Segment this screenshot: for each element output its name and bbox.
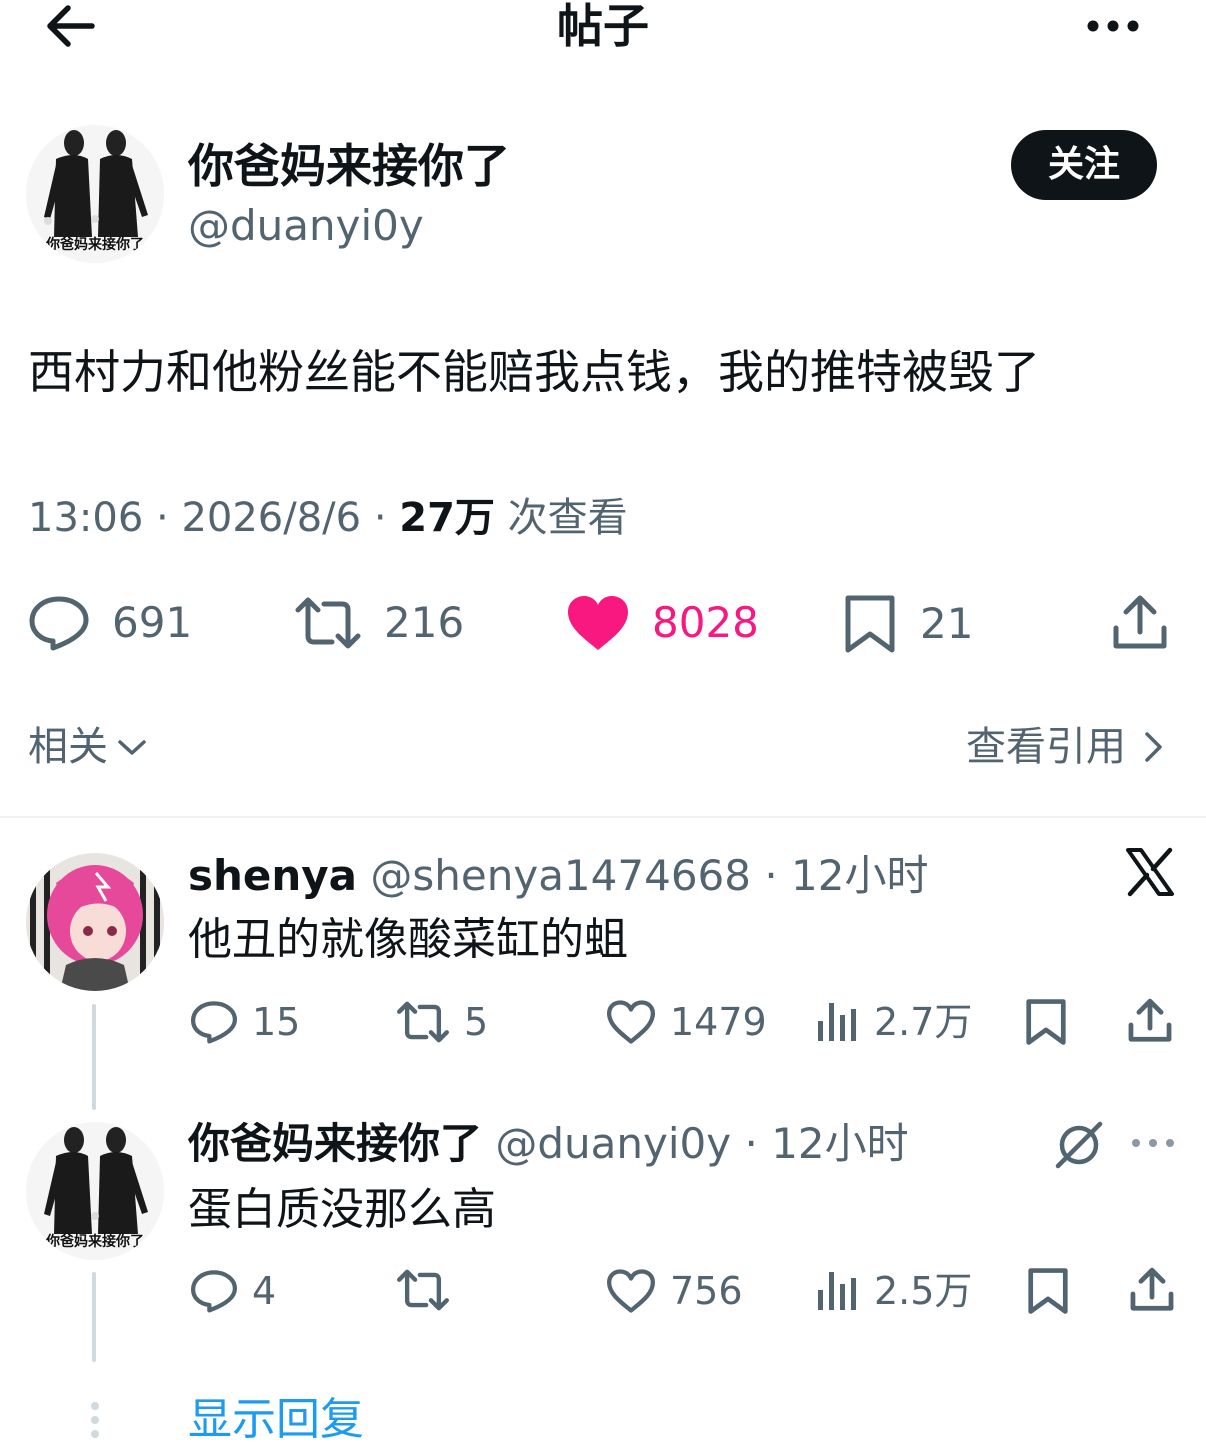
view-quotes-label: 查看引用 <box>966 724 1126 770</box>
heart-filled-icon <box>568 596 628 650</box>
like-button[interactable]: 8028 <box>566 594 759 652</box>
reply-bookmark-button[interactable] <box>1026 1267 1070 1315</box>
post-date: 2026/8/6 <box>181 495 362 541</box>
thread-dots-icon <box>88 1400 102 1440</box>
follow-button[interactable]: 关注 <box>1011 130 1157 200</box>
bookmark-icon <box>845 595 895 653</box>
reply-text: 蛋白质没那么高 <box>188 1184 496 1235</box>
repost-count: 216 <box>384 598 465 647</box>
reply-time: 12小时 <box>771 1119 909 1168</box>
reply-like-button[interactable]: 756 <box>606 1267 743 1315</box>
view-quotes-link[interactable]: 查看引用 <box>966 722 1168 772</box>
bookmark-count: 21 <box>920 599 974 648</box>
reply-share-button[interactable] <box>1128 1267 1176 1313</box>
x-logo-icon <box>1124 846 1176 898</box>
more-horizontal-icon <box>1132 1139 1174 1147</box>
reply-like-button[interactable]: 1479 <box>606 998 767 1046</box>
reply-avatar[interactable] <box>26 853 164 991</box>
thread-line <box>92 1272 96 1362</box>
chevron-right-icon <box>1145 732 1162 762</box>
reply-reply-count: 4 <box>252 1269 277 1313</box>
avatar-image: 你爸妈来接你了 <box>26 125 164 263</box>
share-icon <box>1113 595 1167 649</box>
repost-button[interactable]: 216 <box>294 594 464 652</box>
reply-view-count: 2.5万 <box>874 1269 973 1313</box>
reply-avatar[interactable]: 你爸妈来接你了 <box>26 1122 164 1260</box>
reply-reply-count: 15 <box>252 1000 301 1044</box>
post-view-count: 27万 <box>399 495 495 541</box>
author-avatar[interactable]: 你爸妈来接你了 <box>26 125 164 263</box>
reply-author-name[interactable]: shenya <box>188 851 357 900</box>
page-title: 帖子 <box>557 0 649 53</box>
reply-author-name[interactable]: 你爸妈来接你了 <box>188 1119 482 1168</box>
reply-time: 12小时 <box>791 851 929 900</box>
heart-icon <box>606 1000 656 1044</box>
share-button[interactable] <box>1110 594 1170 652</box>
reply-header: 你爸妈来接你了 @duanyi0y · 12小时 <box>188 1119 909 1168</box>
post-time: 13:06 <box>28 495 144 541</box>
reply-like-count: 1479 <box>670 1000 767 1044</box>
reply-count: 691 <box>112 598 193 647</box>
share-icon <box>1130 1267 1174 1311</box>
chevron-down-icon <box>118 740 146 755</box>
bookmark-button[interactable]: 21 <box>842 594 973 654</box>
repost-icon <box>397 1269 449 1311</box>
avatar-caption: 你爸妈来接你了 <box>45 236 144 253</box>
reply-more-button[interactable] <box>1130 1130 1176 1156</box>
author-name[interactable]: 你爸妈来接你了 <box>188 138 510 194</box>
divider <box>0 816 1206 818</box>
reply-icon <box>190 1270 238 1313</box>
post-text: 西村力和他粉丝能不能赔我点钱，我的推特被毁了 <box>28 345 1040 399</box>
reply-reply-button[interactable]: 15 <box>190 998 300 1046</box>
reply-repost-button[interactable] <box>396 1267 464 1313</box>
reply-bookmark-button[interactable] <box>1024 998 1068 1046</box>
reply-reply-button[interactable]: 4 <box>190 1267 276 1315</box>
reply-text: 他丑的就像酸菜缸的蛆 <box>188 914 628 965</box>
heart-icon <box>606 1269 656 1313</box>
reply-author-handle[interactable]: @duanyi0y <box>495 1119 731 1168</box>
grok-icon[interactable] <box>1052 1118 1106 1172</box>
reply-icon <box>29 596 89 651</box>
reply-views-button[interactable]: 2.7万 <box>816 998 972 1046</box>
reply-view-count: 2.7万 <box>874 1000 973 1044</box>
repost-icon <box>397 1001 449 1043</box>
avatar-image: 你爸妈来接你了 <box>26 1122 164 1260</box>
reply-share-button[interactable] <box>1126 998 1174 1044</box>
reply-button[interactable]: 691 <box>28 594 192 652</box>
bookmark-icon <box>1028 1268 1068 1314</box>
reply-repost-count: 5 <box>464 1000 489 1044</box>
avatar-caption: 你爸妈来接你了 <box>45 1233 144 1250</box>
related-label: 相关 <box>28 724 108 770</box>
post-view-label: 次查看 <box>507 495 628 541</box>
reply-views-button[interactable]: 2.5万 <box>816 1267 972 1315</box>
post-meta: 13:06 · 2026/8/6 · 27万 次查看 <box>28 495 628 541</box>
repost-icon <box>295 597 361 649</box>
related-dropdown[interactable]: 相关 <box>28 722 148 772</box>
like-count: 8028 <box>652 598 759 647</box>
author-handle[interactable]: @duanyi0y <box>188 200 424 252</box>
more-horizontal-icon <box>1087 20 1139 32</box>
reply-icon <box>190 1001 238 1044</box>
reply-repost-button[interactable]: 5 <box>396 998 488 1046</box>
reply-like-count: 756 <box>670 1269 743 1313</box>
reply-header: shenya @shenya1474668 · 12小时 <box>188 851 929 900</box>
more-options-button[interactable] <box>1084 12 1144 40</box>
thread-line <box>92 1004 96 1110</box>
avatar-image <box>26 853 164 991</box>
share-icon <box>1128 998 1172 1042</box>
reply-author-handle[interactable]: @shenya1474668 <box>370 851 751 900</box>
analytics-icon <box>818 1003 856 1041</box>
show-replies-link[interactable]: 显示回复 <box>188 1394 364 1446</box>
analytics-icon <box>818 1272 856 1310</box>
bookmark-icon <box>1026 999 1066 1045</box>
